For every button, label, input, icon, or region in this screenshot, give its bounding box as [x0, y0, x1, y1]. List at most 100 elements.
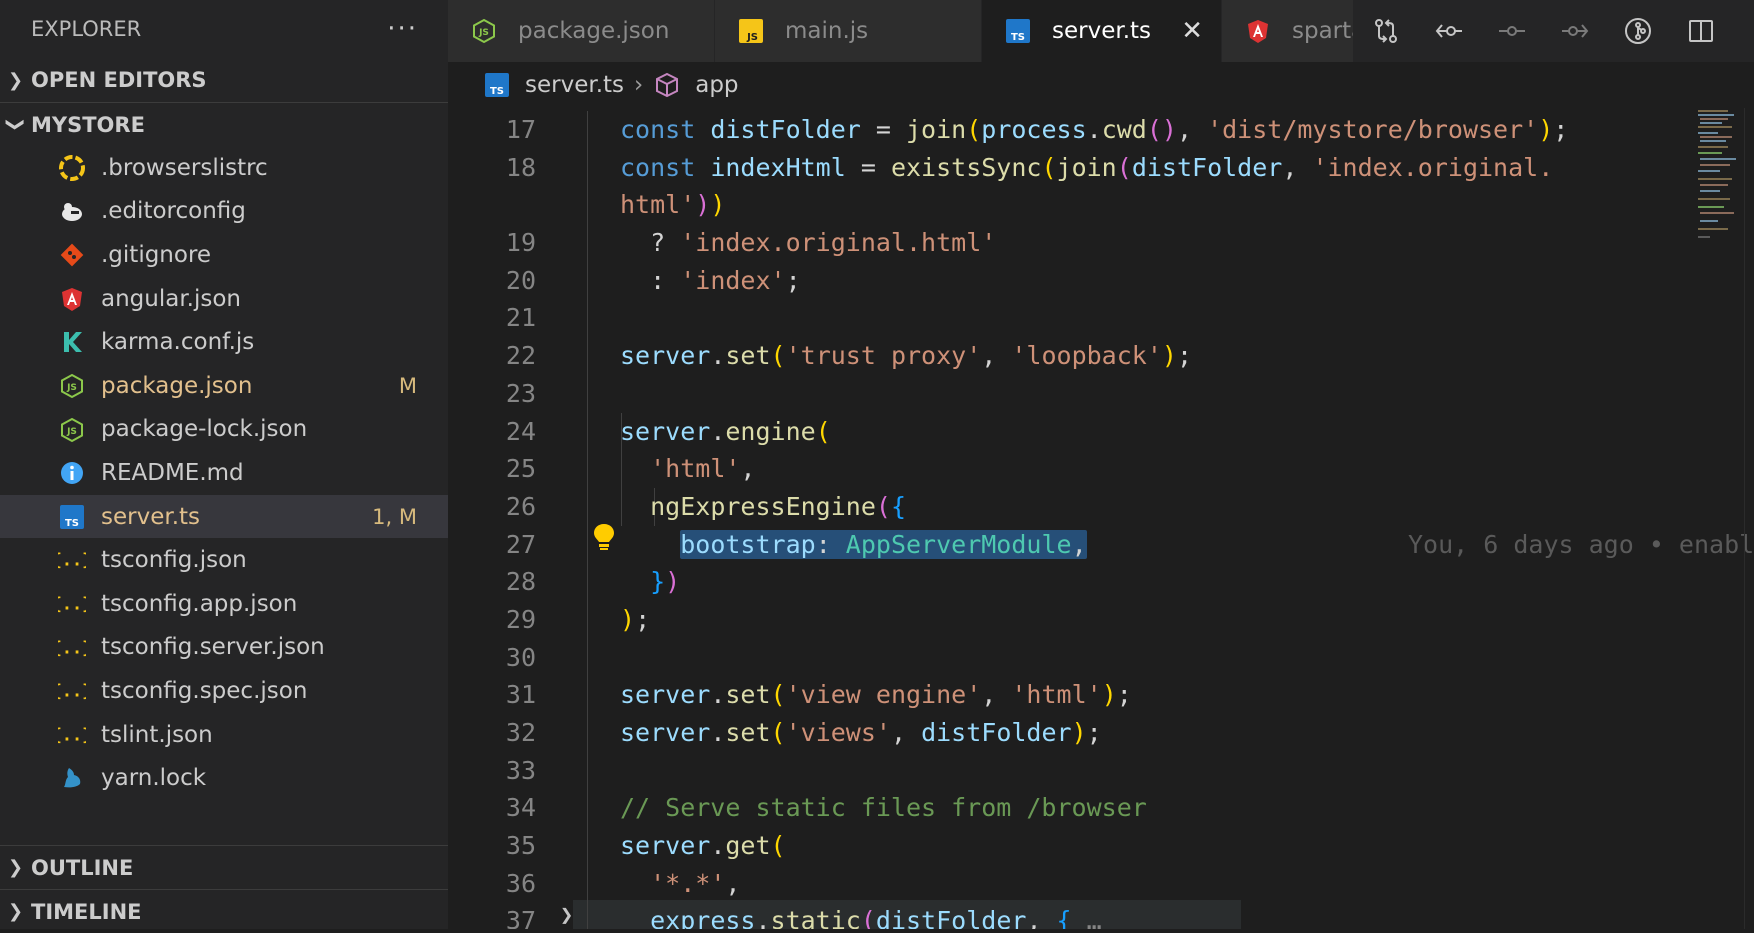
- go-back-change-icon[interactable]: [1417, 0, 1480, 62]
- explorer-header: EXPLORER ···: [0, 0, 448, 58]
- section-outline[interactable]: ❯ OUTLINE: [0, 845, 448, 889]
- line-number: 37: [505, 906, 536, 929]
- file-name: tsconfig.json: [101, 547, 247, 574]
- breadcrumb-symbol[interactable]: app: [695, 72, 738, 98]
- code-line: const indexHtml = existsSync(join(distFo…: [620, 152, 1554, 182]
- file-name: package.json: [101, 372, 253, 399]
- file-item[interactable]: {..} tsconfig.spec.json: [0, 669, 448, 713]
- json-braces-icon: {..}: [58, 634, 86, 662]
- file-item[interactable]: .gitignore: [0, 233, 448, 277]
- commit-icon[interactable]: [1480, 0, 1543, 62]
- editor-area: JS package.json JS main.js TS server.ts …: [448, 0, 1754, 929]
- file-item[interactable]: README.md: [0, 451, 448, 495]
- line-number: 29: [505, 604, 536, 634]
- code-lines: const distFolder = join(process.cwd(), '…: [620, 111, 1754, 929]
- code-editor[interactable]: 17 18 19 20 21 22 23 24 25 26 27 28 29 3…: [448, 111, 1754, 929]
- nodejs-icon: JS: [470, 17, 498, 45]
- file-name: tslint.json: [101, 721, 213, 748]
- tab-label: spartacus: [1292, 18, 1353, 44]
- file-item[interactable]: {..} tslint.json: [0, 713, 448, 757]
- svg-text:JS: JS: [66, 427, 77, 437]
- js-icon: JS: [737, 17, 765, 45]
- file-name: .editorconfig: [101, 198, 246, 225]
- json-braces-icon: {..}: [58, 546, 86, 574]
- info-icon: [58, 459, 86, 487]
- json-braces-icon: {..}: [58, 590, 86, 618]
- git-graph-icon[interactable]: [1606, 0, 1669, 62]
- code-line: server.set('view engine', 'html');: [620, 680, 1132, 710]
- chevron-right-icon: ❯: [7, 857, 24, 878]
- minimap[interactable]: [1696, 108, 1746, 268]
- svg-text:{..}: {..}: [58, 594, 86, 614]
- code-line: '*.*',: [650, 868, 741, 898]
- line-number-gutter: 17 18 19 20 21 22 23 24 25 26 27 28 29 3…: [448, 111, 536, 929]
- typescript-icon: TS: [1004, 17, 1032, 45]
- line-number: 31: [505, 680, 536, 710]
- section-label: TIMELINE: [31, 899, 142, 924]
- code-line: : 'index';: [620, 265, 801, 295]
- file-badge: 1, M: [372, 504, 417, 529]
- tab-server-ts[interactable]: TS server.ts ✕: [982, 0, 1222, 62]
- code-line: html')): [620, 190, 726, 220]
- lightbulb-icon[interactable]: [592, 522, 616, 552]
- code-line: server.set('trust proxy', 'loopback');: [620, 341, 1193, 371]
- line-number: 26: [505, 491, 536, 521]
- file-item[interactable]: {..} tsconfig.json: [0, 538, 448, 582]
- json-braces-icon: {..}: [58, 721, 86, 749]
- svg-text:TS: TS: [1011, 32, 1025, 43]
- section-timeline[interactable]: ❯ TIMELINE: [0, 889, 448, 933]
- chevron-right-icon: ❯: [7, 901, 24, 922]
- breadcrumb-file[interactable]: server.ts: [525, 72, 624, 98]
- git-compare-icon[interactable]: [1354, 0, 1417, 62]
- line-number: 23: [505, 378, 536, 408]
- more-actions-icon[interactable]: ···: [387, 14, 418, 44]
- line-number: [448, 186, 536, 224]
- section-label: OPEN EDITORS: [31, 68, 207, 92]
- line-number: 34: [505, 793, 536, 823]
- go-forward-change-icon[interactable]: [1543, 0, 1606, 62]
- file-item[interactable]: JS package-lock.json: [0, 408, 448, 452]
- file-item[interactable]: yarn.lock: [0, 756, 448, 800]
- file-name: yarn.lock: [101, 765, 207, 792]
- tab-label: package.json: [518, 18, 670, 44]
- file-item[interactable]: .editorconfig: [0, 190, 448, 234]
- git-icon: [58, 241, 86, 269]
- breadcrumb-separator: ›: [634, 72, 644, 98]
- tab-package-json[interactable]: JS package.json: [448, 0, 715, 62]
- file-name: angular.json: [101, 285, 242, 312]
- code-line: server.engine(: [620, 416, 831, 446]
- close-icon[interactable]: ✕: [1181, 16, 1203, 46]
- vertical-scrollbar[interactable]: [1744, 108, 1754, 929]
- angular-icon: [58, 285, 86, 313]
- tab-main-js[interactable]: JS main.js: [715, 0, 982, 62]
- split-editor-icon[interactable]: [1669, 0, 1732, 62]
- tab-spartacus[interactable]: spartacus: [1222, 0, 1354, 62]
- file-item[interactable]: {..} tsconfig.server.json: [0, 626, 448, 670]
- file-name: karma.conf.js: [101, 329, 255, 356]
- file-item[interactable]: JS package.json M: [0, 364, 448, 408]
- svg-text:JS: JS: [478, 28, 489, 38]
- code-line: );: [620, 604, 651, 634]
- line-number: 18: [505, 152, 536, 182]
- file-name: tsconfig.app.json: [101, 590, 298, 617]
- fold-ellipsis[interactable]: …: [1087, 906, 1102, 929]
- line-number: 30: [505, 642, 536, 672]
- file-item[interactable]: {..} tsconfig.app.json: [0, 582, 448, 626]
- file-item[interactable]: TS server.ts 1, M: [0, 494, 448, 539]
- svg-text:{..}: {..}: [58, 681, 86, 701]
- section-open-editors[interactable]: ❯ OPEN EDITORS: [0, 58, 448, 102]
- svg-text:JS: JS: [66, 383, 77, 393]
- chevron-right-icon[interactable]: ❯: [560, 903, 573, 928]
- code-line: server.set('views', distFolder);: [620, 718, 1102, 747]
- file-item[interactable]: karma.conf.js: [0, 320, 448, 364]
- karma-icon: [58, 328, 86, 356]
- code-line: // Serve static files from /browser: [620, 793, 1147, 823]
- line-number: 32: [505, 718, 536, 747]
- explorer-sidebar: EXPLORER ··· ❯ OPEN EDITORS ❯ MYSTORE .b…: [0, 0, 448, 929]
- file-item[interactable]: angular.json: [0, 277, 448, 321]
- section-label: OUTLINE: [31, 855, 134, 880]
- svg-text:{..}: {..}: [58, 637, 86, 657]
- section-mystore[interactable]: ❯ MYSTORE: [0, 102, 448, 146]
- file-item[interactable]: .browserslistrc: [0, 146, 448, 190]
